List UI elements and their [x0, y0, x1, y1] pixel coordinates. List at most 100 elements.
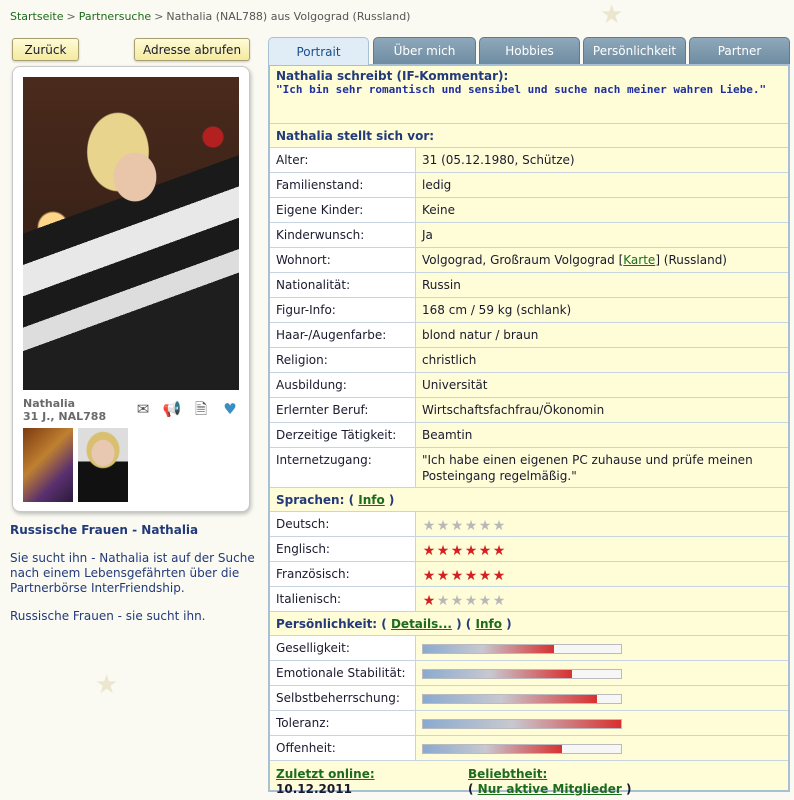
language-row: Englisch: ★ ★ ★ ★ ★ ★: [270, 537, 788, 562]
breadcrumb-home-link[interactable]: Startseite: [10, 10, 64, 23]
breadcrumb-current: Nathalia (NAL788) aus Volgograd (Russlan…: [166, 10, 411, 23]
profile-footer: Zuletzt online: 10.12.2011 Beliebtheit: …: [270, 761, 788, 800]
row-value: Russin: [422, 278, 461, 292]
profile-photo[interactable]: [23, 77, 239, 390]
comment-title: Nathalia schreibt (IF-Kommentar):: [276, 69, 509, 83]
personality-info-link[interactable]: Info: [475, 617, 501, 631]
tab-personality[interactable]: Persönlichkeit: [583, 37, 686, 64]
active-members-link[interactable]: Nur aktive Mitglieder: [478, 782, 622, 796]
row-label: Kinderwunsch:: [270, 223, 416, 247]
trait-bar-fill: [423, 720, 621, 728]
star-icon: ★: [492, 543, 506, 559]
star-icon: ★: [422, 593, 436, 609]
mail-icon[interactable]: ✉: [133, 400, 153, 418]
breadcrumb: Startseite > Partnersuche > Nathalia (NAL788…: [10, 10, 410, 23]
megaphone-icon[interactable]: 📢: [162, 400, 182, 418]
summary-tagline: Russische Frauen - sie sucht ihn.: [10, 609, 206, 623]
trait-bar-fill: [423, 670, 572, 678]
star-icon: ★: [422, 568, 436, 584]
back-button[interactable]: Zurück: [12, 38, 79, 61]
row-label: Alter:: [270, 148, 416, 172]
tab-hobbies[interactable]: Hobbies: [479, 37, 580, 64]
intro-title: Nathalia stellt sich vor:: [276, 128, 435, 143]
row-label: Ausbildung:: [270, 373, 416, 397]
map-link[interactable]: Karte: [623, 253, 655, 267]
star-icon: ★: [478, 593, 492, 609]
comment-text: "Ich bin sehr romantisch und sensibel un…: [276, 83, 767, 96]
pdf-icon[interactable]: 🗎: [191, 400, 211, 418]
breadcrumb-search-link[interactable]: Partnersuche: [79, 10, 151, 23]
row-value: 31 (05.12.1980, Schütze): [422, 153, 575, 167]
star-icon: ★: [492, 568, 506, 584]
photo-thumbnail[interactable]: [78, 428, 128, 502]
trait-row: Toleranz:: [270, 711, 788, 736]
star-rating: ★ ★ ★ ★ ★ ★: [422, 567, 782, 584]
personality-details-link[interactable]: Details...: [391, 617, 452, 631]
profile-actions: ✉ 📢 🗎 ♥: [133, 400, 240, 418]
table-row: Religion: christlich: [270, 348, 788, 373]
row-value: Keine: [422, 203, 455, 217]
trait-bar: [422, 694, 622, 704]
row-label: Internetzugang:: [270, 448, 416, 487]
breadcrumb-separator: >: [154, 10, 164, 23]
table-row: Kinderwunsch: Ja: [270, 223, 788, 248]
request-address-button[interactable]: Adresse abrufen: [134, 38, 250, 61]
paren: ) (: [456, 616, 472, 631]
last-online-value: 10.12.2011: [276, 782, 352, 796]
star-rating: ★ ★ ★ ★ ★ ★: [422, 517, 782, 534]
row-label: Nationalität:: [270, 273, 416, 297]
row-value: Volgograd, Großraum Volgograd [Karte] (R…: [416, 248, 788, 272]
languages-table: Deutsch: ★ ★ ★ ★ ★ ★ Englisch: ★ ★ ★ ★ ★ ★ Französis…: [270, 512, 788, 612]
intro-table: Alter: 31 (05.12.1980, Schütze) Familiens…: [270, 148, 788, 488]
row-label: Wohnort:: [270, 248, 416, 272]
trait-row: Emotionale Stabilität:: [270, 661, 788, 686]
favorite-add-icon[interactable]: ♥: [220, 400, 240, 418]
background-star-decoration: ★: [600, 0, 624, 30]
personality-section-header: Persönlichkeit: ( Details... ) ( Info ): [270, 612, 788, 636]
languages-info-link[interactable]: Info: [358, 493, 384, 507]
photo-thumbnail[interactable]: [23, 428, 73, 502]
residence-country: ] (Russland): [655, 253, 727, 267]
star-icon: ★: [436, 593, 450, 609]
trait-bar: [422, 719, 622, 729]
background-star-decoration: ★: [95, 670, 119, 700]
trait-bar-fill: [423, 745, 562, 753]
table-row: Nationalität: Russin: [270, 273, 788, 298]
paren: ): [506, 616, 512, 631]
star-icon: ★: [492, 593, 506, 609]
row-label: Religion:: [270, 348, 416, 372]
comment-section: Nathalia schreibt (IF-Kommentar): "Ich b…: [270, 66, 788, 124]
star-icon: ★: [450, 543, 464, 559]
star-icon: ★: [450, 518, 464, 534]
star-icon: ★: [478, 543, 492, 559]
tab-about-me[interactable]: Über mich: [373, 37, 476, 64]
row-value: christlich: [422, 353, 477, 367]
languages-title: Sprachen:: [276, 492, 345, 507]
table-row: Ausbildung: Universität: [270, 373, 788, 398]
popularity-value: ( Nur aktive Mitglieder ): [468, 782, 660, 797]
star-icon: ★: [436, 518, 450, 534]
star-rating: ★ ★ ★ ★ ★ ★: [422, 542, 782, 559]
star-icon: ★: [450, 568, 464, 584]
table-row: Derzeitige Tätigkeit: Beamtin: [270, 423, 788, 448]
profile-summary: Russische Frauen - Nathalia Sie sucht ih…: [10, 523, 260, 637]
intro-section-header: Nathalia stellt sich vor:: [270, 124, 788, 148]
star-icon: ★: [464, 593, 478, 609]
star-icon: ★: [450, 593, 464, 609]
paren: ): [621, 782, 632, 796]
tab-portrait[interactable]: Portrait: [268, 37, 369, 65]
paren: (: [348, 492, 355, 507]
row-label: Erlernter Beruf:: [270, 398, 416, 422]
star-icon: ★: [464, 543, 478, 559]
row-value: "Ich habe einen eigenen PC zuhause und p…: [422, 453, 753, 483]
languages-title-block: Sprachen: ( Info ): [270, 493, 400, 507]
popularity-label: Beliebtheit:: [468, 767, 548, 781]
row-value: Ja: [422, 228, 433, 242]
row-label: Englisch:: [270, 537, 416, 561]
tab-partner[interactable]: Partner: [689, 37, 790, 64]
table-row: Wohnort: Volgograd, Großraum Volgograd [K…: [270, 248, 788, 273]
profile-age-id: 31 J., NAL788: [23, 410, 107, 423]
trait-row: Geselligkeit:: [270, 636, 788, 661]
row-label: Toleranz:: [270, 711, 416, 735]
last-online: Zuletzt online: 10.12.2011: [276, 767, 468, 800]
